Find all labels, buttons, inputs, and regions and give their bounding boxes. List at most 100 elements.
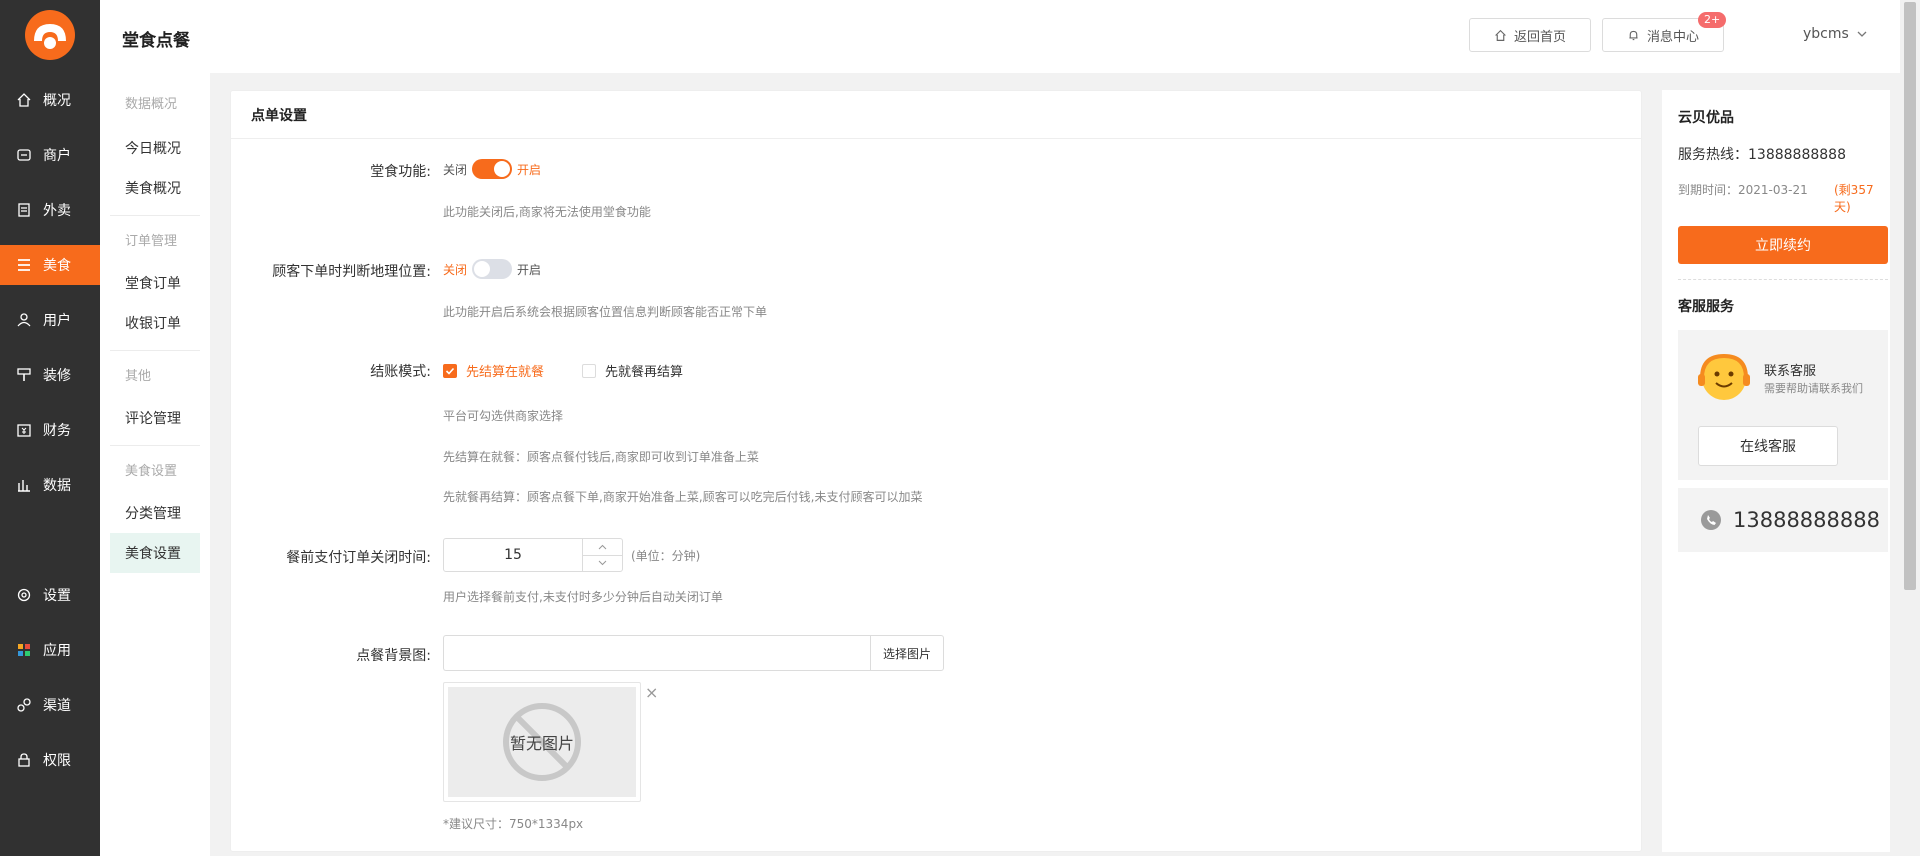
message-center-label: 消息中心 bbox=[1646, 29, 1699, 45]
list-icon bbox=[15, 201, 33, 219]
checkbox-label: 先结算在就餐 bbox=[466, 365, 545, 380]
nav-label: 美食 bbox=[43, 258, 71, 274]
close-time-stepper[interactable]: 15 bbox=[443, 538, 623, 572]
checkbox[interactable] bbox=[443, 363, 457, 378]
checkout-hint: 先结算在就餐：顾客点餐付钱后,商家即可收到订单准备上菜 bbox=[443, 450, 759, 464]
dine-in-hint: 此功能关闭后,商家将无法使用堂食功能 bbox=[443, 205, 651, 219]
nav-item-permission[interactable]: 权限 bbox=[0, 740, 100, 780]
nav-item-apps[interactable]: 应用 bbox=[0, 630, 100, 670]
checkout-option-pay-first[interactable]: 先结算在就餐 bbox=[443, 361, 544, 380]
link-icon bbox=[15, 696, 33, 714]
stepper-up-button[interactable] bbox=[583, 539, 622, 556]
home-icon bbox=[1494, 29, 1507, 42]
expire-date: 到期时间：2021-03-21 bbox=[1678, 183, 1808, 197]
renew-button[interactable]: 立即续约 bbox=[1678, 226, 1888, 264]
switch-off-text: 关闭 bbox=[443, 262, 468, 277]
sub-item-category[interactable]: 分类管理 bbox=[110, 493, 200, 533]
no-image-text: 暂无图片 bbox=[509, 734, 574, 753]
right-panel: 云贝优品 服务热线：13888888888 到期时间：2021-03-21 (剩… bbox=[1662, 90, 1890, 852]
switch-on-text: 开启 bbox=[517, 262, 542, 277]
choose-image-button[interactable]: 选择图片 bbox=[870, 635, 944, 671]
close-time-unit: (单位：分钟) bbox=[631, 549, 701, 563]
location-label: 顾客下单时判断地理位置: bbox=[272, 264, 431, 280]
decorate-icon bbox=[15, 366, 33, 384]
sub-item-reviews[interactable]: 评论管理 bbox=[110, 398, 200, 438]
sub-group-title: 美食设置 bbox=[125, 464, 178, 479]
home-icon bbox=[15, 91, 33, 109]
close-time-label: 餐前支付订单关闭时间: bbox=[286, 550, 431, 566]
message-badge: 2+ bbox=[1698, 12, 1727, 28]
nav-label: 装修 bbox=[43, 368, 71, 384]
sub-group-title: 数据概况 bbox=[125, 97, 178, 112]
dine-in-switch[interactable] bbox=[472, 159, 513, 179]
user-menu[interactable]: ybcms bbox=[1803, 26, 1867, 42]
nav-item-overview[interactable]: 概况 bbox=[0, 80, 100, 120]
nav-item-merchant[interactable]: 商户 bbox=[0, 135, 100, 175]
online-service-button[interactable]: 在线客服 bbox=[1698, 426, 1838, 466]
page-title: 堂食点餐 bbox=[122, 31, 190, 51]
switch-on-text: 开启 bbox=[517, 162, 542, 177]
nav-item-finance[interactable]: 财务 bbox=[0, 410, 100, 450]
location-hint: 此功能开启后系统会根据顾客位置信息判断顾客能否正常下单 bbox=[443, 305, 768, 319]
nav-item-data[interactable]: 数据 bbox=[0, 465, 100, 505]
home-button-label: 返回首页 bbox=[1513, 29, 1566, 45]
nav-item-takeout[interactable]: 外卖 bbox=[0, 190, 100, 230]
checkbox[interactable] bbox=[582, 363, 596, 378]
switch-off-text: 关闭 bbox=[443, 162, 468, 177]
nav-label: 外卖 bbox=[43, 203, 71, 219]
logo[interactable] bbox=[25, 10, 75, 60]
chevron-down-icon bbox=[598, 560, 607, 566]
nav-item-user[interactable]: 用户 bbox=[0, 300, 100, 340]
nav-label: 用户 bbox=[43, 313, 71, 329]
finance-icon bbox=[15, 421, 33, 439]
nav-label: 概况 bbox=[43, 93, 71, 109]
switch-knob bbox=[494, 161, 511, 177]
lock-icon bbox=[15, 751, 33, 769]
chevron-down-icon bbox=[1857, 29, 1867, 39]
divider bbox=[1678, 279, 1888, 280]
nav-item-decorate[interactable]: 装修 bbox=[0, 355, 100, 395]
sub-nav: 数据概况 今日概况 美食概况 订单管理 堂食订单 收银订单 其他 评论管理 美食… bbox=[100, 73, 210, 856]
location-switch-group: 关闭 开启 bbox=[443, 259, 541, 279]
nav-label: 商户 bbox=[43, 148, 71, 164]
logo-icon bbox=[34, 24, 66, 49]
nav-item-settings[interactable]: 设置 bbox=[0, 575, 100, 615]
sub-group-title: 订单管理 bbox=[125, 234, 178, 249]
nav-label: 数据 bbox=[43, 478, 71, 494]
username: ybcms bbox=[1803, 26, 1849, 42]
close-time-value[interactable]: 15 bbox=[444, 539, 582, 571]
check-icon bbox=[445, 367, 455, 375]
brand-name: 云贝优品 bbox=[1678, 110, 1734, 126]
image-preview: 暂无图片 bbox=[443, 682, 641, 802]
stepper-down-button[interactable] bbox=[583, 556, 622, 572]
phone-box: 13888888888 bbox=[1678, 488, 1888, 552]
image-size-hint: *建议尺寸：750*1334px bbox=[443, 817, 584, 831]
nav-label: 财务 bbox=[43, 423, 71, 439]
card-title: 点单设置 bbox=[231, 91, 1641, 139]
home-button[interactable]: 返回首页 bbox=[1469, 18, 1591, 52]
divider bbox=[110, 215, 200, 216]
chevron-up-icon bbox=[598, 544, 607, 550]
nav-label: 设置 bbox=[43, 588, 71, 604]
chart-icon bbox=[15, 476, 33, 494]
checkout-option-eat-first[interactable]: 先就餐再结算 bbox=[582, 361, 683, 380]
divider bbox=[110, 445, 200, 446]
service-title: 客服服务 bbox=[1678, 299, 1734, 315]
remaining-days: (剩357天) bbox=[1834, 183, 1874, 214]
bg-image-input[interactable] bbox=[443, 635, 870, 671]
scrollbar-thumb[interactable] bbox=[1904, 2, 1916, 590]
dine-in-label: 堂食功能: bbox=[370, 164, 431, 180]
nav-label: 渠道 bbox=[43, 698, 71, 714]
nav-item-channel[interactable]: 渠道 bbox=[0, 685, 100, 725]
bg-image-label: 点餐背景图: bbox=[356, 648, 431, 664]
service-phone: 13888888888 bbox=[1733, 508, 1880, 532]
checkout-hint: 先就餐再结算：顾客点餐下单,商家开始准备上菜,顾客可以吃完后付钱,未支付顾客可以… bbox=[443, 490, 923, 504]
menu-icon bbox=[15, 256, 33, 274]
divider bbox=[110, 350, 200, 351]
close-icon[interactable]: × bbox=[645, 683, 658, 702]
sub-item-cashier-orders[interactable]: 收银订单 bbox=[110, 303, 200, 343]
hotline: 服务热线：13888888888 bbox=[1678, 147, 1846, 163]
location-switch[interactable] bbox=[472, 259, 513, 279]
store-icon bbox=[15, 146, 33, 164]
nav-item-food[interactable]: 美食 bbox=[0, 245, 100, 285]
